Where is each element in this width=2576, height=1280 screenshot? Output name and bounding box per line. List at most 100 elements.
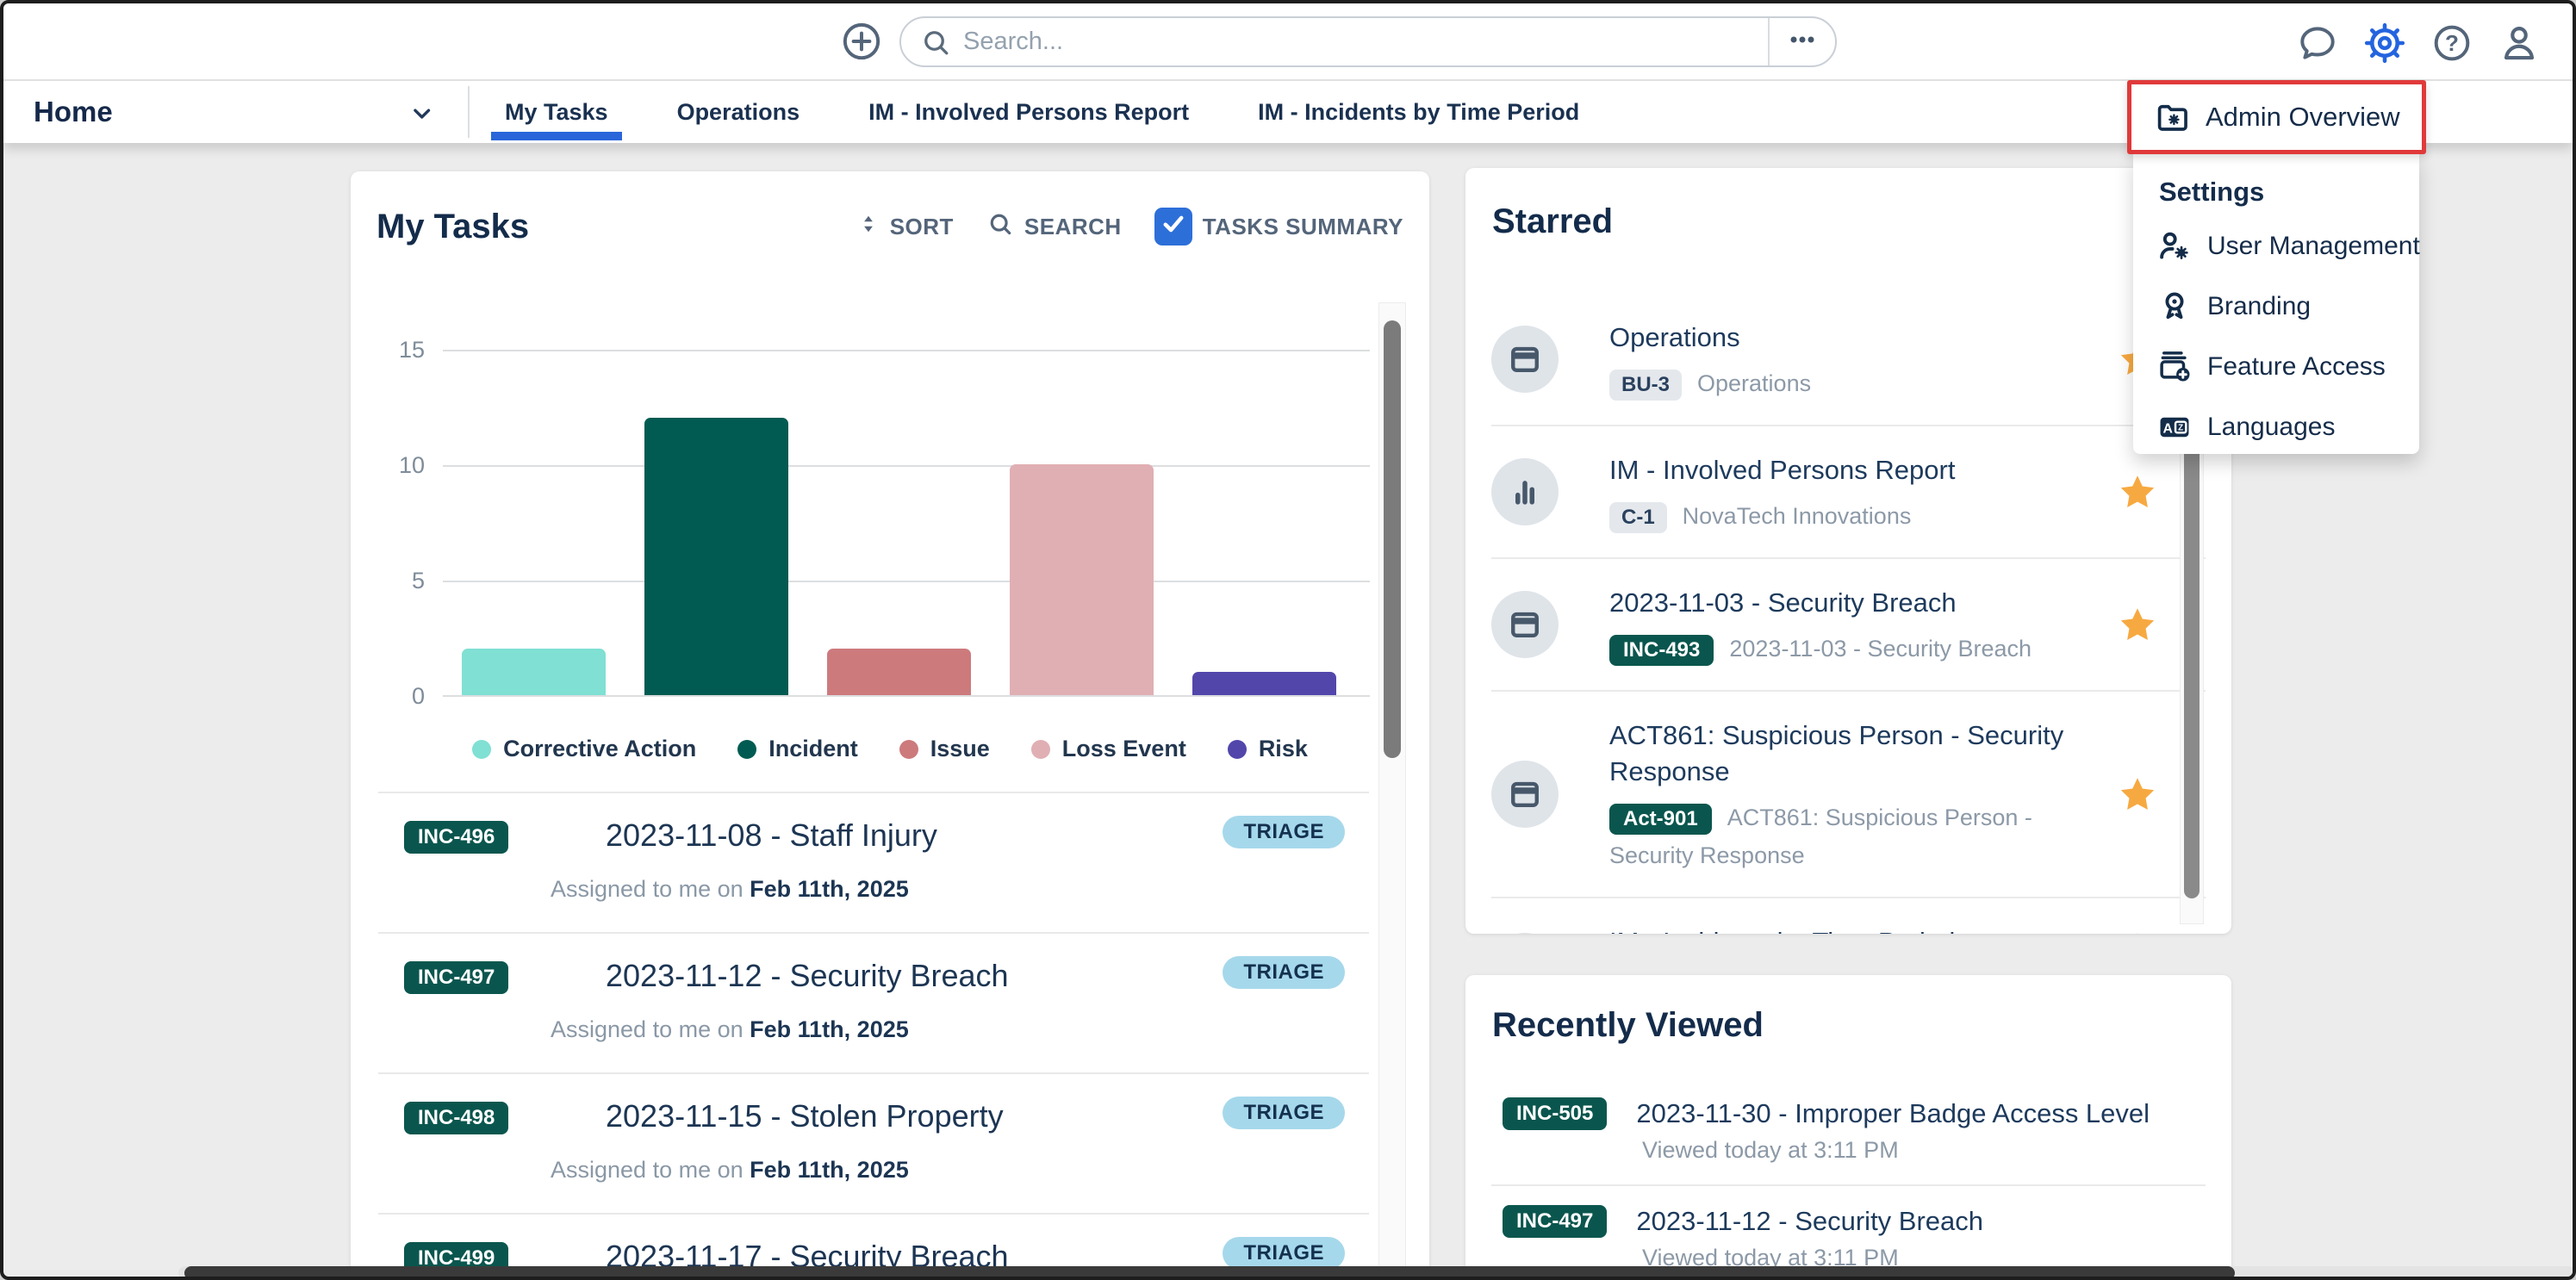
menu-item-feature-access[interactable]: Feature Access (2133, 337, 2419, 397)
settings-menu: Settings User Management Branding Featur… (2133, 154, 2419, 454)
status-badge: TRIAGE (1223, 816, 1345, 848)
gridline (443, 695, 1370, 697)
task-title[interactable]: 2023-11-08 - Staff Injury (606, 817, 937, 854)
plus-circle-icon (840, 20, 883, 65)
svg-text:Z: Z (2178, 424, 2183, 433)
vertical-scrollbar-thumb[interactable] (1384, 320, 1401, 758)
task-title[interactable]: 2023-11-12 - Security Breach (606, 958, 1009, 994)
recently-viewed-card: Recently Viewed INC-505 2023-11-30 - Imp… (1465, 975, 2231, 1280)
horizontal-scrollbar-thumb[interactable] (184, 1266, 2235, 1280)
search-options-button[interactable] (1770, 18, 1835, 65)
task-title[interactable]: 2023-11-15 - Stolen Property (606, 1098, 1004, 1134)
starred-subtitle: 2023-11-03 - Security Breach (1729, 636, 2032, 662)
starred-subtitle: NovaTech Innovations (1683, 503, 1912, 529)
bar-chart-icon (1491, 933, 1559, 935)
user-profile-button[interactable] (2497, 22, 2542, 66)
starred-card: Starred Operations BU-3Operations (1465, 168, 2231, 934)
assigned-date: Feb 11th, 2025 (750, 1157, 909, 1183)
home-dropdown[interactable]: Home (34, 81, 113, 143)
recently-viewed-item-title[interactable]: 2023-11-30 - Improper Badge Access Level (1636, 1098, 2150, 1129)
tasks-summary-toggle: TASKS SUMMARY (1154, 208, 1403, 245)
app-window-icon (1491, 591, 1559, 658)
tab-my-tasks[interactable]: My Tasks (505, 81, 608, 143)
chat-bubble-icon (2296, 22, 2339, 67)
y-axis-tick: 10 (351, 452, 425, 478)
folder-gear-icon (2154, 98, 2192, 136)
recently-viewed-list: INC-505 2023-11-30 - Improper Badge Acce… (1491, 1078, 2206, 1280)
starred-row[interactable]: ACT861: Suspicious Person - Security Res… (1491, 692, 2206, 898)
tasks-summary-checkbox[interactable] (1154, 208, 1192, 245)
tab-im-incidents-by-time-period[interactable]: IM - Incidents by Time Period (1258, 81, 1579, 143)
starred-content: 2023-11-03 - Security Breach INC-4932023… (1609, 585, 2076, 668)
horizontal-scrollbar-track[interactable] (178, 1266, 2575, 1280)
menu-item-label: Languages (2207, 413, 2335, 442)
settings-section-header: Settings (2133, 166, 2419, 216)
starred-item-title[interactable]: 2023-11-03 - Security Breach (1609, 585, 2076, 621)
starred-subtitle: Operations (1697, 370, 1811, 396)
starred-row[interactable]: Operations BU-3Operations (1491, 294, 2206, 426)
starred-row[interactable]: IM - Involved Persons Report C-1 NovaTech… (1491, 426, 2206, 559)
menu-item-branding[interactable]: Branding (2133, 277, 2419, 337)
starred-item-title[interactable]: Operations (1609, 320, 2076, 356)
star-icon[interactable] (2118, 472, 2157, 512)
top-bar: ? (3, 3, 2573, 81)
search-tasks-button[interactable]: SEARCH (986, 210, 1122, 244)
chevron-down-icon[interactable] (407, 98, 436, 132)
starred-content: ACT861: Suspicious Person - Security Res… (1609, 718, 2076, 874)
chat-button[interactable] (2295, 22, 2340, 66)
legend-item: Corrective Action (472, 736, 696, 762)
chart-legend: Corrective Action Incident Issue Loss Ev… (351, 736, 1429, 762)
recently-viewed-line: INC-505 2023-11-30 - Improper Badge Acce… (1503, 1097, 2206, 1130)
vertical-scrollbar-thumb[interactable] (2184, 399, 2200, 898)
starred-row[interactable]: IM - Incidents by Time Period (1491, 898, 2206, 934)
star-icon[interactable] (2118, 605, 2157, 644)
bar-loss-event (1010, 464, 1154, 695)
task-id-badge: INC-497 (404, 961, 508, 994)
task-row[interactable]: INC-498 2023-11-15 - Stolen Property Ass… (378, 1072, 1369, 1213)
legend-item: Issue (899, 736, 990, 762)
sort-button[interactable]: SORT (857, 211, 954, 243)
bar-incident (644, 418, 788, 695)
help-button[interactable]: ? (2430, 22, 2474, 66)
starred-badge-line: Act-901ACT861: Suspicious Person - Secur… (1609, 798, 2076, 874)
starred-item-title[interactable]: IM - Incidents by Time Period (1609, 924, 2076, 934)
starred-row[interactable]: 2023-11-03 - Security Breach INC-4932023… (1491, 559, 2206, 692)
y-axis-tick: 0 (351, 683, 425, 709)
recently-viewed-item-title[interactable]: 2023-11-12 - Security Breach (1636, 1206, 1983, 1237)
status-badge: TRIAGE (1223, 956, 1345, 989)
tab-label: IM - Incidents by Time Period (1258, 99, 1579, 126)
starred-item-title[interactable]: IM - Involved Persons Report (1609, 452, 2076, 488)
task-assigned-text: Assigned to me on Feb 11th, 2025 (551, 1016, 909, 1043)
recently-viewed-line: INC-497 2023-11-12 - Security Breach (1503, 1205, 2206, 1238)
legend-label: Corrective Action (503, 736, 696, 762)
gridline (443, 465, 1370, 467)
status-badge: TRIAGE (1223, 1097, 1345, 1129)
menu-item-user-management[interactable]: User Management (2133, 216, 2419, 277)
quick-add-button[interactable] (840, 21, 883, 64)
tab-im-involved-persons-report[interactable]: IM - Involved Persons Report (868, 81, 1189, 143)
user-gear-icon (2156, 227, 2193, 265)
bar-corrective-action (462, 649, 606, 695)
global-search (899, 16, 1837, 67)
svg-text:?: ? (2445, 30, 2459, 56)
legend-dot (472, 740, 491, 759)
admin-overview-label: Admin Overview (2206, 102, 2400, 133)
star-icon[interactable] (2118, 929, 2157, 934)
task-assigned-text: Assigned to me on Feb 11th, 2025 (551, 876, 909, 903)
star-icon[interactable] (2118, 774, 2157, 814)
admin-overview-menu-item[interactable]: Admin Overview (2127, 80, 2426, 154)
search-input[interactable] (963, 28, 1768, 56)
tab-operations[interactable]: Operations (677, 81, 800, 143)
recently-viewed-row[interactable]: INC-505 2023-11-30 - Improper Badge Acce… (1491, 1078, 2206, 1186)
viewed-timestamp: Viewed today at 3:11 PM (1642, 1137, 2206, 1164)
assigned-prefix: Assigned to me on (551, 1016, 750, 1042)
task-list: INC-496 2023-11-08 - Staff Injury Assign… (378, 792, 1369, 1280)
task-row[interactable]: INC-497 2023-11-12 - Security Breach Ass… (378, 932, 1369, 1072)
task-row[interactable]: INC-496 2023-11-08 - Staff Injury Assign… (378, 792, 1369, 932)
item-id-badge: C-1 (1609, 502, 1667, 533)
starred-item-title[interactable]: ACT861: Suspicious Person - Security Res… (1609, 718, 2076, 790)
gridline (443, 350, 1370, 351)
menu-item-languages[interactable]: AZ Languages (2133, 397, 2419, 457)
y-axis-tick: 15 (351, 337, 425, 363)
settings-gear-button[interactable] (2362, 22, 2407, 66)
